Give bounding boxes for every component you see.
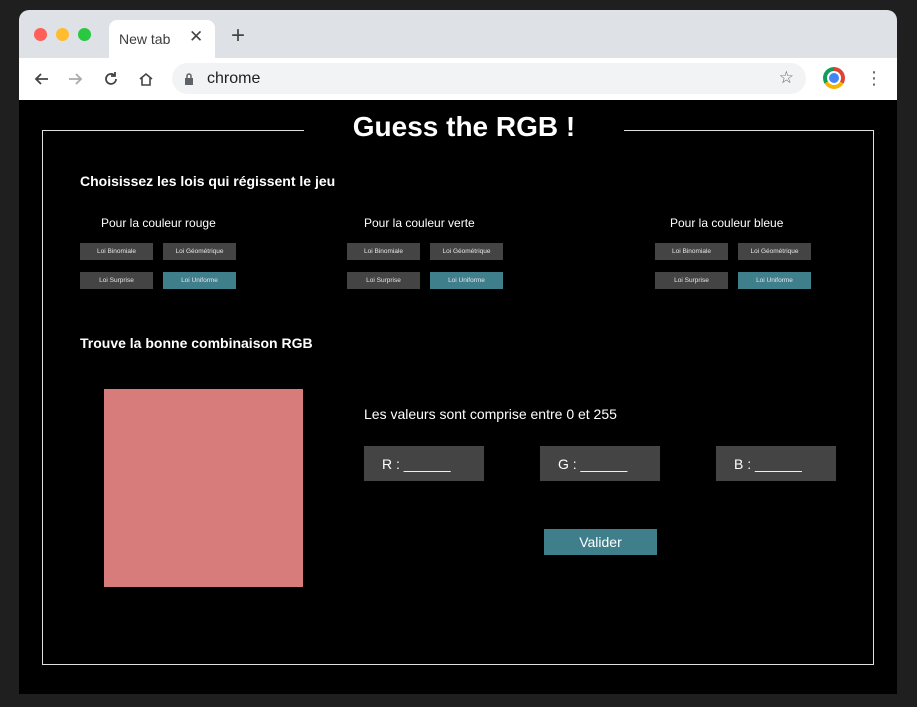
green-binomial-button[interactable]: Loi Binomiale [347,243,420,260]
home-icon[interactable] [134,67,158,91]
chrome-profile-icon[interactable] [823,67,845,89]
green-uniform-button[interactable]: Loi Uniforme [430,272,503,289]
reload-icon[interactable] [99,67,123,91]
red-geometric-button[interactable]: Loi Géométrique [163,243,236,260]
page-title: Guess the RGB ! [352,111,576,142]
green-surprise-button[interactable]: Loi Surprise [347,272,420,289]
back-arrow-icon[interactable] [29,67,53,91]
more-menu-icon[interactable]: ⋮ [865,66,883,90]
tab-strip: New tab ✕ + [19,10,897,58]
blue-uniform-button[interactable]: Loi Uniforme [738,272,811,289]
laws-heading: Choisissez les lois qui régissent le jeu [80,173,336,189]
lock-icon [184,72,194,90]
b-input[interactable]: B : ______ [716,446,836,481]
url-text: chrome [207,70,261,87]
tab-new-tab[interactable]: New tab ✕ [109,20,215,58]
close-window-button[interactable] [34,28,47,41]
browser-window: New tab ✕ + chrome ☆ ⋮ Guess the RGB ! C… [19,10,897,694]
blue-geometric-button[interactable]: Loi Géométrique [738,243,811,260]
range-hint: Les valeurs sont comprise entre 0 et 255 [364,406,617,422]
red-heading: Pour la couleur rouge [101,216,216,230]
blue-surprise-button[interactable]: Loi Surprise [655,272,728,289]
address-bar[interactable]: chrome ☆ [172,63,806,94]
forward-arrow-icon[interactable] [64,67,88,91]
guess-heading: Trouve la bonne combinaison RGB [80,335,313,351]
color-swatch [104,389,303,587]
tab-title: New tab [119,31,171,47]
browser-toolbar: chrome ☆ ⋮ [19,58,897,100]
page-content: Guess the RGB ! Choisissez les lois qui … [19,100,897,694]
maximize-window-button[interactable] [78,28,91,41]
red-surprise-button[interactable]: Loi Surprise [80,272,153,289]
r-input[interactable]: R : ______ [364,446,484,481]
g-input[interactable]: G : ______ [540,446,660,481]
blue-heading: Pour la couleur bleue [670,216,784,230]
green-geometric-button[interactable]: Loi Géométrique [430,243,503,260]
plus-icon[interactable]: + [231,24,245,48]
red-uniform-button[interactable]: Loi Uniforme [163,272,236,289]
blue-binomial-button[interactable]: Loi Binomiale [655,243,728,260]
validate-button[interactable]: Valider [544,529,657,555]
green-heading: Pour la couleur verte [364,216,475,230]
red-binomial-button[interactable]: Loi Binomiale [80,243,153,260]
star-icon[interactable]: ☆ [779,68,794,88]
close-icon[interactable]: ✕ [189,28,203,46]
minimize-window-button[interactable] [56,28,69,41]
